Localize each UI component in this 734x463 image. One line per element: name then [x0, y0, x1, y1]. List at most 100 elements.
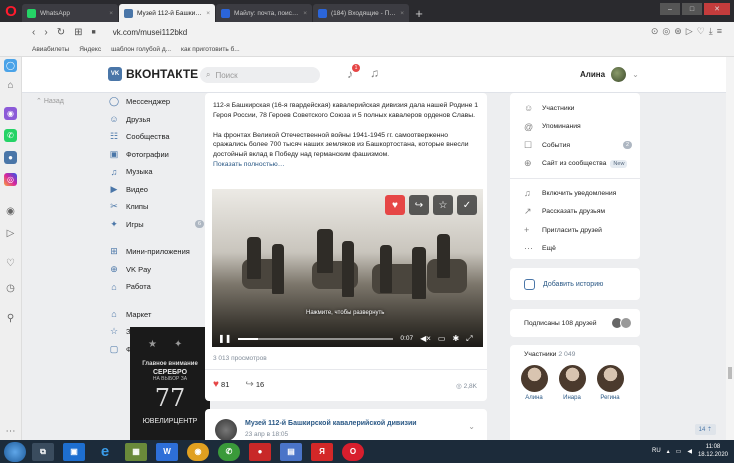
search-input[interactable]: ⌕ Поиск: [200, 67, 320, 83]
volume-icon[interactable]: ◀×: [420, 334, 431, 343]
nav-item-friends[interactable]: ☺ Друзья: [108, 111, 208, 129]
right-item-share[interactable]: ↗ Рассказать друзьям: [510, 203, 640, 222]
nav-item-work[interactable]: ⌂ Работа: [108, 278, 208, 296]
opera-menu-icon[interactable]: O: [0, 0, 22, 22]
members-title[interactable]: Участники 2 049: [524, 351, 575, 358]
nav-item-market[interactable]: ⌂ Маркет: [108, 306, 208, 324]
photos-task-icon[interactable]: ▤: [280, 442, 302, 461]
task-view-icon[interactable]: ⧉: [32, 442, 54, 461]
settings-gear-icon[interactable]: ✱: [452, 334, 459, 343]
clock[interactable]: 11:08 18.12.2020: [698, 443, 728, 459]
browser-tab[interactable]: (184) Входящие - Почта М×: [313, 4, 409, 22]
start-button[interactable]: [4, 441, 26, 462]
nav-item-vkpay[interactable]: ⊕ VK Pay: [108, 261, 208, 279]
language-indicator[interactable]: RU: [652, 448, 661, 454]
music-icon[interactable]: ♫: [370, 66, 379, 80]
browser-tab[interactable]: Музей 112-й Башкирской×: [119, 4, 215, 22]
share-video-button[interactable]: ↪: [409, 195, 429, 215]
ie-icon[interactable]: e: [94, 443, 116, 461]
post-author[interactable]: Музей 112-й Башкирской кавалерийской див…: [245, 420, 417, 427]
vk-icon[interactable]: ●: [4, 151, 17, 164]
right-item-members[interactable]: ☺ Участники: [510, 99, 640, 118]
history-icon[interactable]: ◉: [4, 205, 17, 218]
right-item-invite[interactable]: + Пригласить друзей: [510, 221, 640, 240]
network-icon[interactable]: ▭: [676, 448, 682, 455]
url-field[interactable]: vk.com/musei112bkd: [113, 28, 188, 37]
miniplayer-icon[interactable]: ▭: [438, 334, 446, 343]
back-icon[interactable]: ‹: [32, 27, 35, 38]
close-window-button[interactable]: ✕: [704, 3, 730, 15]
right-item-mentions[interactable]: @ Упоминания: [510, 118, 640, 137]
opera-task-icon[interactable]: O: [342, 442, 364, 461]
bookmark-item[interactable]: шаблон голубой д...: [111, 46, 171, 53]
right-item-events[interactable]: ☐ События 2: [510, 136, 640, 155]
video-progress[interactable]: [238, 337, 394, 340]
messenger-app-icon[interactable]: ◉: [4, 107, 17, 120]
vk-logo[interactable]: VK ВКОНТАКТЕ: [108, 67, 198, 81]
new-tab-button[interactable]: +: [410, 4, 428, 22]
close-tab-icon[interactable]: ×: [109, 10, 113, 17]
close-tab-icon[interactable]: ×: [206, 10, 210, 17]
chevron-down-icon[interactable]: ⌄: [468, 422, 475, 431]
bookmark-item[interactable]: Яндекс: [79, 46, 101, 53]
post-date[interactable]: 23 апр в 18:05: [245, 431, 288, 438]
browser-tab[interactable]: Майлу: почта, поиск в инт×: [216, 4, 312, 22]
right-item-more[interactable]: ⋯ Ещё: [510, 240, 640, 259]
reload-icon[interactable]: ↻: [57, 27, 65, 38]
close-tab-icon[interactable]: ×: [400, 10, 404, 17]
like-video-button[interactable]: ♥: [385, 195, 405, 215]
nav-item-video[interactable]: ▶ Видео: [108, 181, 208, 199]
explorer-icon[interactable]: ▣: [63, 442, 85, 461]
firefox-icon[interactable]: ◉: [187, 442, 209, 461]
maximize-button[interactable]: □: [682, 3, 702, 15]
bookmark-item[interactable]: Авиабилеты: [32, 46, 69, 53]
nav-item-photos[interactable]: ▣ Фотографии: [108, 146, 208, 164]
right-item-bell[interactable]: ♫ Включить уведомления: [510, 184, 640, 203]
show-more-link[interactable]: Показать полностью…: [213, 160, 481, 170]
word-icon[interactable]: W: [156, 442, 178, 461]
nav-item-apps[interactable]: ⊞ Мини-приложения: [108, 243, 208, 261]
back-link[interactable]: ⌃ Назад: [36, 97, 64, 105]
notifications-bell-icon[interactable]: ♪ 1: [347, 64, 360, 81]
like-button[interactable]: ♥ 81: [213, 379, 229, 390]
whatsapp-task-icon[interactable]: ✆: [218, 442, 240, 461]
member-card[interactable]: Алина: [518, 365, 550, 401]
nav-item-music[interactable]: ♫ Музыка: [108, 163, 208, 181]
forward-icon[interactable]: ›: [44, 27, 47, 38]
save-video-button[interactable]: ✓: [457, 195, 477, 215]
volume-tray-icon[interactable]: ◀: [687, 448, 692, 455]
member-card[interactable]: Инара: [556, 365, 588, 401]
tray-arrow-icon[interactable]: ▴: [667, 448, 670, 455]
yandex-icon[interactable]: Я: [311, 442, 333, 461]
media-icon[interactable]: ●: [249, 442, 271, 461]
close-tab-icon[interactable]: ×: [303, 10, 307, 17]
subscribed-friends[interactable]: Подписаны 108 друзей: [510, 309, 640, 337]
user-menu[interactable]: Алина ⌄: [580, 67, 639, 82]
messenger-icon[interactable]: ◯: [4, 59, 17, 72]
clock-icon[interactable]: ◷: [4, 282, 17, 295]
instagram-icon[interactable]: ◎: [4, 173, 17, 186]
whatsapp-icon[interactable]: ✆: [4, 129, 17, 142]
add-video-button[interactable]: ☆: [433, 195, 453, 215]
calendar-icon[interactable]: ▦: [125, 442, 147, 461]
pause-icon[interactable]: ❚❚: [218, 334, 231, 343]
fullscreen-icon[interactable]: ⤢: [466, 334, 472, 344]
member-card[interactable]: Регина: [594, 365, 626, 401]
nav-item-groups[interactable]: ☷ Сообщества: [108, 128, 208, 146]
bookmark-item[interactable]: как приготовить б...: [181, 46, 240, 53]
toolbar-icons[interactable]: ⊙◎⊛▷♡⤓≡: [651, 26, 726, 37]
home-icon[interactable]: ⌂: [4, 79, 17, 92]
nav-item-games[interactable]: ✦ Игры 6: [108, 216, 208, 234]
group-avatar[interactable]: [215, 419, 237, 440]
right-item-site[interactable]: ⊕ Сайт из сообщества New: [510, 155, 640, 174]
share-button[interactable]: ↪ 16: [245, 379, 264, 390]
add-story-button[interactable]: Добавить историю: [510, 268, 640, 300]
jewelry-ad[interactable]: ★ ✦ Главное внимание СЕРЕБРО НА ВЫБОР ЗА…: [130, 327, 210, 440]
player-icon[interactable]: ▷: [4, 227, 17, 240]
nav-item-clips[interactable]: ✂ Клипы: [108, 198, 208, 216]
browser-tab[interactable]: WhatsApp ×: [22, 4, 118, 22]
scrollbar[interactable]: [726, 57, 734, 440]
pin-icon[interactable]: ⚲: [4, 312, 17, 325]
video-player[interactable]: ♥ ↪ ☆ ✓ Нажмите, чтобы развернуть ❚❚ 0:0…: [212, 189, 483, 347]
minimize-button[interactable]: –: [660, 3, 680, 15]
